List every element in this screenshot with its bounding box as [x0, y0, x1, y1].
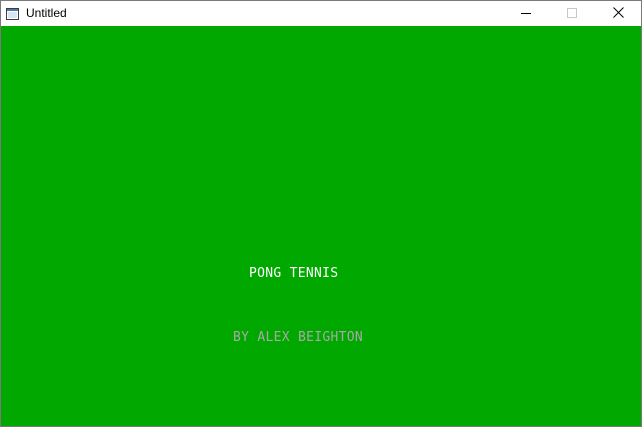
game-screen[interactable]: PONG TENNIS BY ALEX BEIGHTON	[1, 26, 641, 426]
window-title: Untitled	[26, 6, 67, 20]
minimize-icon	[521, 5, 531, 23]
app-window: Untitled PONG TENNIS BY ALEX BEIGHTON	[0, 0, 642, 427]
minimize-button[interactable]	[503, 1, 549, 26]
close-button[interactable]	[595, 1, 641, 26]
app-window-icon	[6, 7, 19, 20]
close-icon	[612, 5, 624, 23]
game-title: PONG TENNIS	[249, 266, 339, 281]
maximize-button[interactable]	[549, 1, 595, 26]
title-bar[interactable]: Untitled	[1, 1, 641, 26]
maximize-icon	[567, 5, 577, 23]
game-credit: BY ALEX BEIGHTON	[233, 330, 364, 345]
